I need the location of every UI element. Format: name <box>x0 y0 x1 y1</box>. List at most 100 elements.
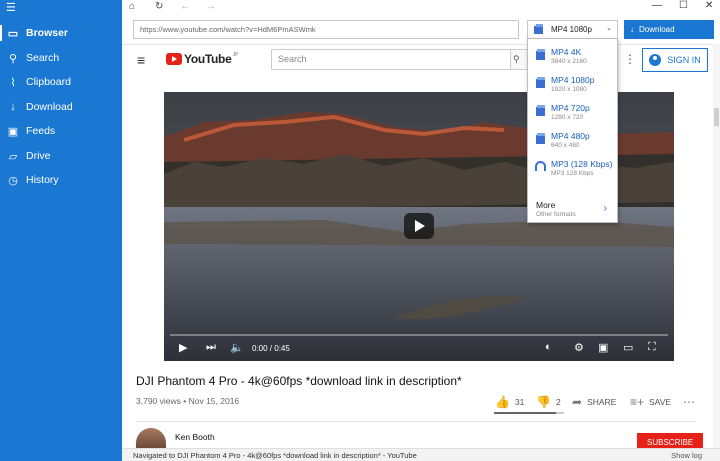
url-input[interactable]: https://www.youtube.com/watch?v=HdM6PmAS… <box>133 20 519 39</box>
format-option-detail: 640 x 480 <box>551 142 580 149</box>
show-log-link[interactable]: Show log <box>671 451 702 460</box>
format-option-title: MP3 (128 Kbps) <box>551 159 613 169</box>
maximize-icon[interactable]: ☐ <box>679 0 688 11</box>
format-option-mp4-4k[interactable]: MP4 4K 3840 x 2160 <box>528 43 617 71</box>
scrollbar-thumb[interactable] <box>714 108 719 126</box>
history-icon: ◷ <box>8 174 18 187</box>
more-formats-detail: Other formats <box>536 211 576 218</box>
hamburger-icon[interactable]: ☰ <box>6 3 16 14</box>
rss-icon: ▣ <box>7 125 19 138</box>
download-button-label: Download <box>639 25 675 34</box>
subscribe-button[interactable]: SUBSCRIBE <box>637 433 703 449</box>
sidebar-item-label: Search <box>26 52 60 64</box>
sidebar-item-label: Drive <box>26 150 51 162</box>
format-select[interactable]: MP4 1080p ⌄ <box>527 20 618 39</box>
search-icon: ⚲ <box>8 52 18 65</box>
format-select-value: MP4 1080p <box>551 25 592 34</box>
sidebar-item-download[interactable]: ↓ Download <box>0 96 122 118</box>
video-icon <box>536 77 545 88</box>
video-controls: ▶ ⏭ 🔈 0:00 / 0:45 ◐ ⚙ ▣ ▭ ⛶ <box>164 338 674 360</box>
format-option-mp4-720p[interactable]: MP4 720p 1280 x 720 <box>528 99 617 127</box>
format-option-detail: 3840 x 2160 <box>551 58 587 65</box>
sidebar: ☰ ▭ Browser ⚲ Search ⌇ Clipboard ↓ Downl… <box>0 0 122 461</box>
autoplay-toggle[interactable]: ◐ <box>545 341 552 353</box>
format-option-mp3-128[interactable]: MP3 (128 Kbps) MP3 128 Kbps <box>528 155 617 183</box>
chevron-right-icon: › <box>603 203 607 214</box>
browser-icon: ▭ <box>7 27 19 40</box>
folder-icon: ▱ <box>8 150 18 163</box>
share-button[interactable]: ➦ SHARE <box>572 395 616 409</box>
status-bar: Navigated to DJI Phantom 4 Pro - 4k@60fp… <box>122 448 720 461</box>
dislike-button[interactable]: 👎 2 <box>536 395 561 409</box>
thumbs-up-icon: 👍 <box>495 395 510 409</box>
sidebar-item-label: Feeds <box>26 125 56 137</box>
youtube-region: JP <box>232 52 239 58</box>
sidebar-item-label: Download <box>26 101 73 113</box>
video-progress-bar[interactable] <box>170 334 668 336</box>
volume-icon[interactable]: 🔈 <box>230 341 244 354</box>
video-icon <box>536 133 545 144</box>
more-vert-icon[interactable]: ⋮ <box>624 52 636 66</box>
paperclip-icon: ⌇ <box>10 76 16 89</box>
play-overlay-button[interactable] <box>404 213 434 239</box>
sidebar-item-drive[interactable]: ▱ Drive <box>0 145 122 167</box>
minimize-icon[interactable]: — <box>652 0 662 11</box>
save-label: SAVE <box>649 397 672 407</box>
like-button[interactable]: 👍 31 <box>495 395 524 409</box>
youtube-logo[interactable]: YouTube JP <box>166 52 238 66</box>
play-icon[interactable]: ▶ <box>179 341 187 354</box>
back-icon[interactable]: ← <box>180 1 190 12</box>
format-option-title: MP4 480p <box>551 131 590 141</box>
title-bar: ⌂ ↻ ← → — ☐ ✕ <box>122 0 720 16</box>
sidebar-item-browser[interactable]: ▭ Browser <box>0 22 122 44</box>
sidebar-item-label: Browser <box>26 27 69 39</box>
save-button[interactable]: ≡+ SAVE <box>630 395 671 409</box>
yt-search-input[interactable]: Search <box>271 49 511 70</box>
channel-avatar[interactable] <box>136 428 166 448</box>
search-icon: ⚲ <box>513 54 520 64</box>
format-option-mp4-1080p[interactable]: MP4 1080p 1920 x 1080 <box>528 71 617 99</box>
download-button[interactable]: ↓ Download <box>624 20 714 39</box>
account-icon <box>649 54 662 66</box>
format-option-detail: 1280 x 720 <box>551 114 584 121</box>
youtube-play-icon <box>166 53 182 65</box>
format-option-detail: MP3 128 Kbps <box>551 170 594 177</box>
next-icon[interactable]: ⏭ <box>206 341 216 354</box>
scrollbar[interactable] <box>713 44 720 449</box>
video-time: 0:00 / 0:45 <box>252 344 290 353</box>
thumbs-down-icon: 👎 <box>536 395 551 409</box>
video-icon <box>536 105 545 116</box>
more-horiz-icon[interactable]: ⋯ <box>683 395 695 409</box>
theater-mode-icon[interactable]: ▭ <box>623 341 633 354</box>
more-formats-title: More <box>536 200 556 210</box>
sign-in-label: SIGN IN <box>667 55 701 65</box>
channel-name[interactable]: Ken Booth <box>175 432 215 442</box>
share-label: SHARE <box>587 397 617 407</box>
miniplayer-icon[interactable]: ▣ <box>598 341 608 354</box>
sidebar-item-label: History <box>26 174 59 186</box>
like-ratio-bar <box>494 412 564 414</box>
close-icon[interactable]: ✕ <box>705 0 713 11</box>
sidebar-item-history[interactable]: ◷ History <box>0 169 122 191</box>
headphones-icon <box>535 161 546 171</box>
status-message: Navigated to DJI Phantom 4 Pro - 4k@60fp… <box>133 451 417 460</box>
yt-menu-icon[interactable]: ≡ <box>137 52 145 68</box>
sign-in-button[interactable]: SIGN IN <box>642 48 708 72</box>
video-title: DJI Phantom 4 Pro - 4k@60fps *download l… <box>136 374 462 388</box>
reload-icon[interactable]: ↻ <box>155 1 163 12</box>
sidebar-item-clipboard[interactable]: ⌇ Clipboard <box>0 71 122 93</box>
download-arrow-icon: ↓ <box>630 25 634 34</box>
home-icon[interactable]: ⌂ <box>129 1 135 12</box>
settings-gear-icon[interactable]: ⚙ <box>574 341 584 354</box>
chevron-down-icon: ⌄ <box>606 25 612 32</box>
format-option-title: MP4 4K <box>551 47 582 57</box>
sidebar-item-search[interactable]: ⚲ Search <box>0 47 122 69</box>
format-option-mp4-480p[interactable]: MP4 480p 640 x 480 <box>528 127 617 155</box>
youtube-logo-text: YouTube <box>184 52 232 66</box>
forward-icon[interactable]: → <box>206 1 216 12</box>
sidebar-item-feeds[interactable]: ▣ Feeds <box>0 120 122 142</box>
playlist-add-icon: ≡+ <box>630 395 645 409</box>
view-count-date: 3,790 views • Nov 15, 2016 <box>136 396 240 406</box>
fullscreen-icon[interactable]: ⛶ <box>648 341 656 354</box>
more-formats-item[interactable]: More Other formats › <box>528 199 617 221</box>
